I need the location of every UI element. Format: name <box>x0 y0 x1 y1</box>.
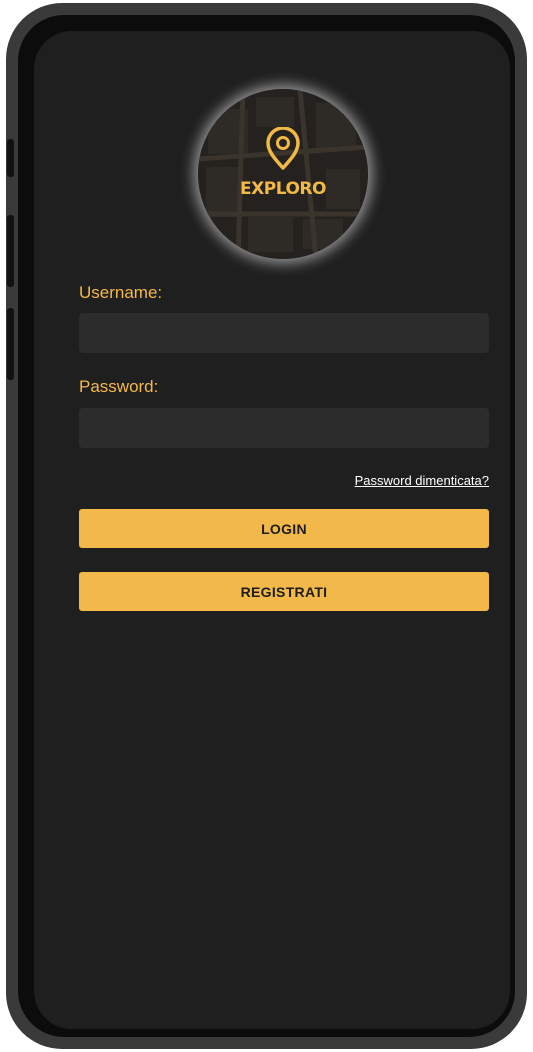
password-label: Password: <box>79 377 159 396</box>
app-screen: EXPLORO Username: Password: Password dim… <box>34 31 510 1029</box>
app-logo: EXPLORO <box>198 89 368 259</box>
phone-frame: EXPLORO Username: Password: Password dim… <box>6 3 527 1049</box>
phone-volume-down-button <box>7 308 14 380</box>
logo-map-background <box>198 89 368 259</box>
password-input[interactable] <box>79 408 489 448</box>
phone-volume-up-button <box>7 215 14 287</box>
username-input[interactable] <box>79 313 489 353</box>
map-pin-icon <box>266 127 300 170</box>
register-button[interactable]: REGISTRATI <box>79 572 489 611</box>
phone-side-button <box>7 139 14 177</box>
login-button[interactable]: LOGIN <box>79 509 489 548</box>
forgot-password-link[interactable]: Password dimenticata? <box>355 473 489 488</box>
logo-text: EXPLORO <box>240 179 326 199</box>
username-label: Username: <box>79 283 163 302</box>
